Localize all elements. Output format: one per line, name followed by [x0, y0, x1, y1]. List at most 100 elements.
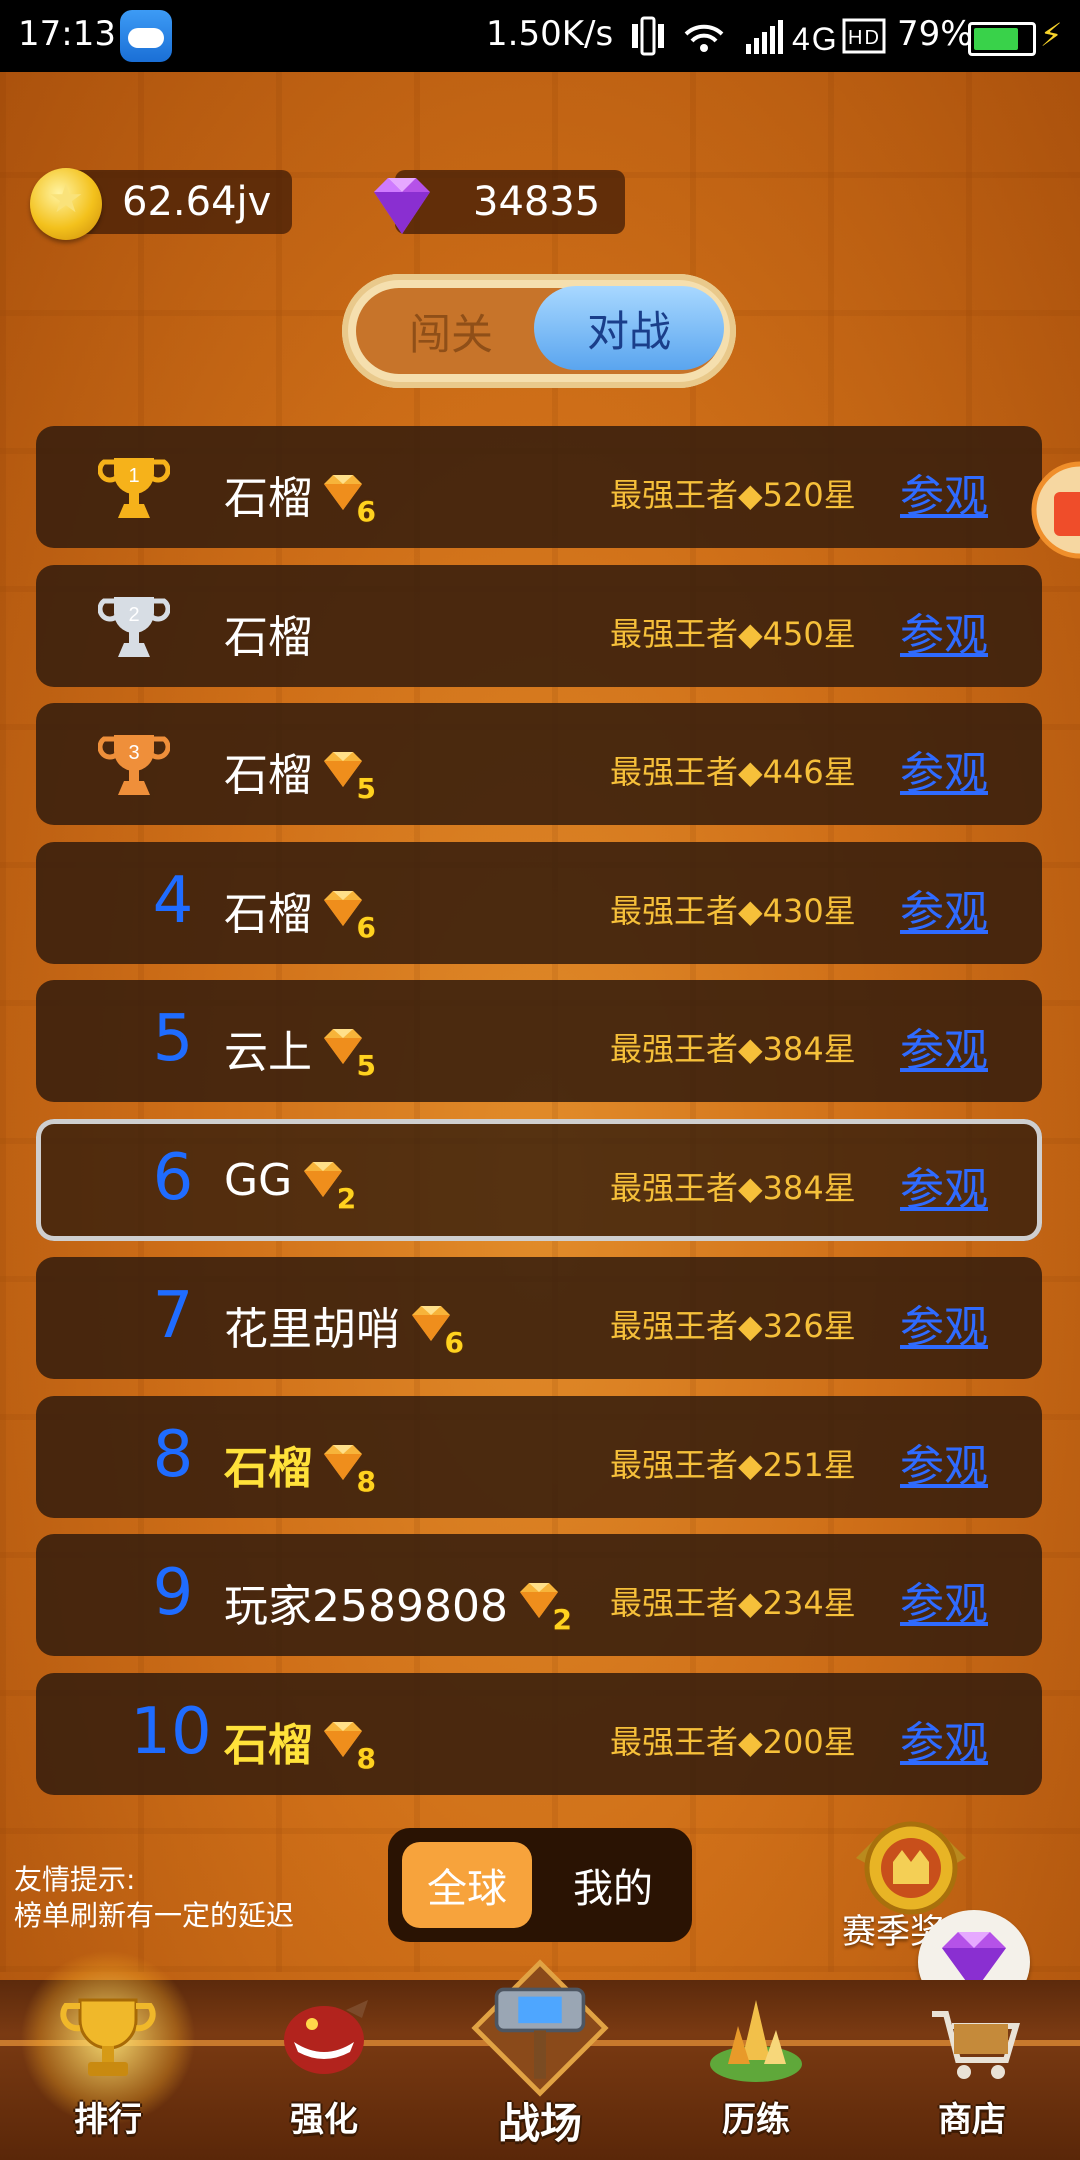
- status-time: 17:13: [18, 14, 116, 54]
- crystal-island-icon: [710, 2000, 802, 2082]
- ranking-row: 1 石榴 6 最强王者◆520星 参观: [36, 426, 1042, 548]
- status-bar: 17:13 1.50K/s 4G HD 79% ⚡: [0, 0, 1080, 72]
- rank-number: 3: [128, 742, 139, 764]
- rank-title: 最强王者◆446星: [610, 753, 856, 791]
- nav-item-battlefield[interactable]: 战场: [432, 1959, 648, 2160]
- rank-trophy-icon: 1: [98, 458, 170, 518]
- ranking-row: 10 石榴 8 最强王者◆200星 参观: [36, 1673, 1042, 1795]
- hammer-icon: [471, 1959, 609, 2097]
- vip-level: 5: [356, 1049, 376, 1082]
- rank-number: 2: [128, 604, 139, 626]
- watch-link[interactable]: 参观: [900, 1014, 988, 1078]
- ranking-row: 4 石榴 6 最强王者◆430星 参观: [36, 842, 1042, 964]
- trophy-icon: [60, 1998, 156, 2076]
- nav-label-training: 历练: [722, 2100, 790, 2140]
- refresh-tip: 友情提示: 榜单刷新有一定的延迟: [14, 1862, 294, 1934]
- player-name: GG 2: [224, 1155, 356, 1215]
- watch-link[interactable]: 参观: [900, 1707, 988, 1771]
- scope-tab-global[interactable]: 全球: [402, 1842, 532, 1928]
- rank-title: 最强王者◆520星: [610, 476, 856, 514]
- signal-icons: 4G HD: [628, 14, 896, 67]
- player-name-text: 玩家2589808: [224, 1581, 508, 1632]
- vip-level: 5: [356, 772, 376, 805]
- network-speed: 1.50K/s: [486, 14, 614, 54]
- nav-item-shop[interactable]: 商店: [864, 1980, 1080, 2160]
- scope-toggle: 全球 我的: [388, 1828, 692, 1942]
- vip-diamond-icon: 8: [320, 1440, 376, 1498]
- vip-diamond-icon: 2: [516, 1578, 572, 1636]
- coin-amount: 62.64jv: [122, 179, 272, 225]
- watch-link[interactable]: 参观: [900, 1568, 988, 1632]
- coin-icon: [30, 168, 102, 240]
- ranking-row: 3 石榴 5 最强王者◆446星 参观: [36, 703, 1042, 825]
- watch-link[interactable]: 参观: [900, 1291, 988, 1355]
- player-name: 石榴 5: [224, 739, 376, 805]
- ranking-row: 6 GG 2 最强王者◆384星 参观: [36, 1119, 1042, 1241]
- player-name-text: 云上: [224, 1027, 312, 1078]
- rank-title: 最强王者◆384星: [610, 1030, 856, 1068]
- player-name: 玩家2589808 2: [224, 1570, 572, 1636]
- vip-diamond-icon: 6: [408, 1301, 464, 1359]
- nav-item-training[interactable]: 历练: [648, 1980, 864, 2160]
- red-packet-icon[interactable]: [1030, 440, 1080, 560]
- watch-link[interactable]: 参观: [900, 737, 988, 801]
- player-name: 云上 5: [224, 1016, 376, 1082]
- nav-label-battlefield: 战场: [497, 2099, 582, 2148]
- battery-icon: [968, 22, 1036, 56]
- watch-link[interactable]: 参观: [900, 460, 988, 524]
- player-name: 石榴 8: [224, 1432, 376, 1498]
- watch-link[interactable]: 参观: [900, 876, 988, 940]
- svg-text:HD: HD: [848, 27, 881, 49]
- gem-icon: [374, 178, 430, 234]
- nav-label-ranking: 排行: [74, 2100, 142, 2140]
- player-name-text: 石榴: [224, 1720, 312, 1771]
- player-name-text: 石榴: [224, 612, 312, 663]
- vip-level: 2: [336, 1181, 357, 1215]
- charging-icon: ⚡: [1040, 16, 1063, 54]
- nav-label-shop: 商店: [938, 2100, 1006, 2140]
- rank-trophy-icon: 2: [98, 597, 170, 657]
- mode-tab-stage[interactable]: 闯关: [356, 288, 546, 374]
- ranking-row: 8 石榴 8 最强王者◆251星 参观: [36, 1396, 1042, 1518]
- player-name: 石榴 8: [224, 1709, 376, 1775]
- player-name: 石榴 6: [224, 878, 376, 944]
- rank-title: 最强王者◆200星: [610, 1723, 856, 1761]
- vip-diamond-icon: 6: [320, 470, 376, 528]
- vip-level: 6: [356, 495, 376, 528]
- nav-item-ranking[interactable]: 排行: [0, 1950, 216, 2160]
- watch-link[interactable]: 参观: [900, 599, 988, 663]
- ranking-row: 5 云上 5 最强王者◆384星 参观: [36, 980, 1042, 1102]
- nav-item-enhance[interactable]: 强化: [216, 1980, 432, 2160]
- vip-diamond-icon: 5: [320, 747, 376, 805]
- ranking-row: 7 花里胡哨 6 最强王者◆326星 参观: [36, 1257, 1042, 1379]
- player-name-text: GG: [224, 1155, 293, 1206]
- rank-title: 最强王者◆430星: [610, 892, 856, 930]
- vip-level: 8: [356, 1742, 376, 1775]
- rank-title: 最强王者◆450星: [610, 615, 856, 653]
- gem-amount: 34835: [473, 179, 601, 225]
- battery-percent: 79%: [897, 14, 973, 54]
- player-name-text: 石榴: [224, 473, 312, 524]
- vip-diamond-icon: 5: [320, 1024, 376, 1082]
- player-name: 石榴 6: [224, 462, 376, 528]
- player-name-text: 石榴: [224, 1443, 312, 1494]
- mode-toggle: 闯关 对战: [342, 274, 736, 388]
- vip-level: 2: [552, 1603, 572, 1636]
- watch-link[interactable]: 参观: [900, 1153, 988, 1217]
- ranking-row: 2 石榴 最强王者◆450星 参观: [36, 565, 1042, 687]
- vip-level: 6: [356, 911, 376, 944]
- vip-level: 6: [444, 1326, 464, 1359]
- cart-icon: [932, 2011, 1021, 2079]
- rank-title: 最强王者◆234星: [610, 1584, 856, 1622]
- scope-tab-mine[interactable]: 我的: [548, 1842, 678, 1928]
- battery-fill: [974, 28, 1018, 50]
- watch-link[interactable]: 参观: [900, 1430, 988, 1494]
- player-name-text: 石榴: [224, 750, 312, 801]
- vip-diamond-icon: 8: [320, 1717, 376, 1775]
- rank-title: 最强王者◆251星: [610, 1446, 856, 1484]
- rank-trophy-icon: 3: [98, 735, 170, 795]
- vip-level: 8: [356, 1465, 376, 1498]
- vip-diamond-icon: 2: [300, 1157, 356, 1215]
- rank-title: 最强王者◆384星: [610, 1169, 856, 1207]
- mode-tab-battle[interactable]: 对战: [534, 286, 724, 370]
